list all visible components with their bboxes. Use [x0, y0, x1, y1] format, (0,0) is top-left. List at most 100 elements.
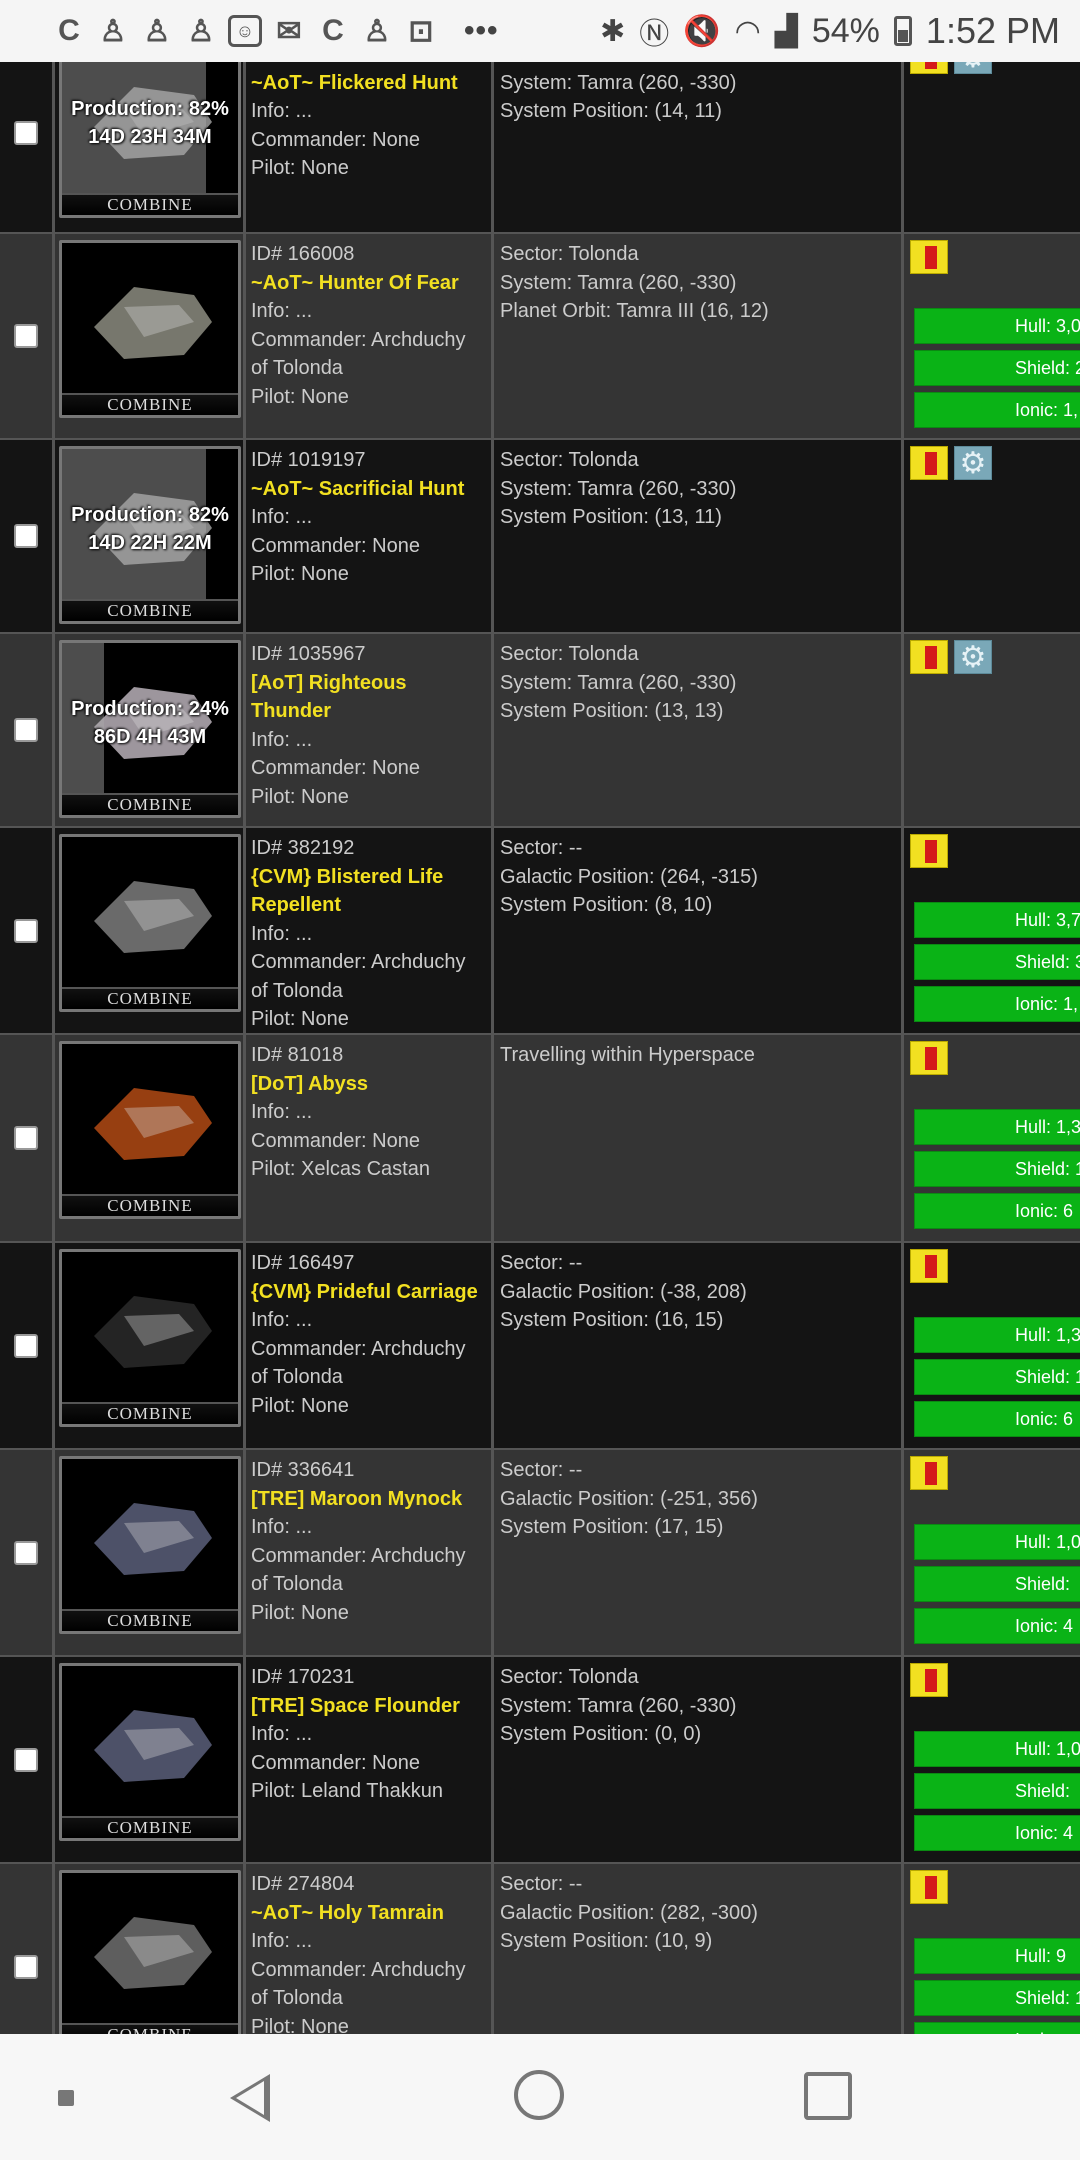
- nfc-icon: Ⓝ: [639, 18, 670, 51]
- stat-bar: Hull: 3,0: [914, 308, 1080, 344]
- location-line: Sector: --: [500, 837, 583, 859]
- production-time: 14D 23H 34M: [88, 126, 212, 148]
- ship-name-link[interactable]: ~AoT~ Hunter Of Fear: [251, 269, 486, 298]
- table-row: Production: 82% 14D 23H 34M COMBINE ID# 101…: [0, 62, 1080, 234]
- nav-menu-button[interactable]: [58, 2090, 74, 2106]
- table-row: COMBINE ID# 336641 [TRE] Maroon Mynock Info…: [0, 1450, 1080, 1657]
- select-checkbox[interactable]: [14, 121, 38, 145]
- ship-commander: Commander: None: [251, 1751, 420, 1774]
- ship-image[interactable]: COMBINE: [59, 1249, 241, 1427]
- location-cell: Sector: -- Galactic Position: (-38, 208) S…: [494, 1243, 904, 1448]
- door-icon[interactable]: [910, 1041, 948, 1075]
- door-icon[interactable]: [910, 1870, 948, 1904]
- ship-id: ID# 81018: [251, 1044, 344, 1066]
- select-cell: [0, 1450, 52, 1655]
- location-line: Planet Orbit: Tamra III (16, 12): [500, 300, 769, 322]
- select-checkbox[interactable]: [14, 918, 38, 943]
- ship-info-cell: ID# 1035967 [AoT] Righteous Thunder Info: …: [246, 634, 494, 826]
- ship-image[interactable]: Production: 24% 86D 4H 43M COMBINE: [59, 640, 241, 818]
- ship-image[interactable]: Production: 82% 14D 22H 22M COMBINE: [59, 446, 241, 624]
- status-cell: Hull: 1,0 Shield: Ionic: 4: [904, 1657, 1080, 1862]
- ship-image[interactable]: COMBINE: [59, 1663, 241, 1841]
- ship-image[interactable]: COMBINE: [59, 834, 241, 1012]
- ship-table: Production: 82% 14D 23H 34M COMBINE ID# 101…: [0, 62, 1080, 2034]
- ship-pilot: Pilot: None: [251, 385, 349, 408]
- location-cell: Sector: Tolonda System: Tamra (260, -330)…: [494, 234, 904, 438]
- ship-name-link[interactable]: {CVM} Blistered Life Repellent: [251, 863, 486, 920]
- stat-bars: Hull: 1,0 Shield: Ionic: 4: [914, 1731, 1080, 1857]
- ship-name-link[interactable]: [DoT] Abyss: [251, 1070, 486, 1099]
- location-line: System: Tamra (260, -330): [500, 477, 737, 500]
- status-cell: ⚙: [904, 634, 1080, 826]
- ship-name-link[interactable]: ~AoT~ Flickered Hunt: [251, 69, 486, 98]
- door-icon[interactable]: [910, 640, 948, 674]
- action-icons: [910, 1663, 1080, 1697]
- production-status: Production: 82% 14D 23H 34M: [62, 95, 238, 151]
- select-checkbox[interactable]: [14, 524, 38, 548]
- select-checkbox[interactable]: [14, 1333, 38, 1358]
- ship-image-cell: Production: 82% 14D 23H 34M COMBINE: [52, 62, 246, 232]
- ship-name-link[interactable]: [AoT] Righteous Thunder: [251, 669, 486, 726]
- select-checkbox[interactable]: [14, 324, 38, 348]
- ship-image[interactable]: COMBINE: [59, 1041, 241, 1219]
- gear-icon[interactable]: ⚙: [954, 62, 992, 74]
- door-icon[interactable]: [910, 834, 948, 868]
- ship-image-cell: COMBINE: [52, 828, 246, 1033]
- ship-name-link[interactable]: [TRE] Maroon Mynock: [251, 1485, 486, 1514]
- ship-image[interactable]: COMBINE: [59, 240, 241, 418]
- playstation-icon: ♙: [143, 14, 171, 48]
- stat-bar: Hull: 1,3: [914, 1317, 1080, 1353]
- ship-id: ID# 1035967: [251, 643, 366, 665]
- table-row: COMBINE ID# 166497 {CVM} Prideful Carriage…: [0, 1243, 1080, 1450]
- home-button[interactable]: [514, 2070, 564, 2120]
- action-icons: [910, 1041, 1080, 1075]
- ship-image[interactable]: Production: 82% 14D 23H 34M COMBINE: [59, 62, 241, 218]
- stat-bar: Ionic: 6: [914, 1401, 1080, 1437]
- stat-bars: Hull: 3,0 Shield: 2 Ionic: 1,: [914, 308, 1080, 434]
- select-cell: [0, 234, 52, 438]
- door-icon[interactable]: [910, 240, 948, 274]
- contacts-icon: ☺: [228, 15, 262, 47]
- ship-pilot: Pilot: None: [251, 1008, 349, 1030]
- ship-image[interactable]: COMBINE: [59, 1870, 241, 2034]
- ship-pilot: Pilot: Xelcas Castan: [251, 1158, 430, 1180]
- door-icon[interactable]: [910, 1249, 948, 1283]
- door-icon[interactable]: [910, 62, 948, 74]
- ship-name-link[interactable]: ~AoT~ Sacrificial Hunt: [251, 475, 486, 504]
- select-checkbox[interactable]: [14, 1540, 38, 1565]
- ship-pilot: Pilot: None: [251, 157, 349, 179]
- select-checkbox[interactable]: [14, 1126, 38, 1150]
- gear-icon[interactable]: ⚙: [954, 640, 992, 674]
- wifi-icon: ◠: [734, 14, 761, 48]
- back-button[interactable]: [230, 2074, 270, 2122]
- ship-id: ID# 166497: [251, 1252, 355, 1274]
- production-percent: Production: 24%: [71, 698, 229, 720]
- stat-bar: Hull: 1,0: [914, 1524, 1080, 1560]
- door-icon[interactable]: [910, 1456, 948, 1490]
- ship-image-cell: COMBINE: [52, 234, 246, 438]
- ship-info: Info: ...: [251, 100, 313, 122]
- navigation-bar: [0, 2034, 1080, 2160]
- status-cell: Hull: 1,0 Shield: Ionic: 4: [904, 1450, 1080, 1655]
- door-icon[interactable]: [910, 1663, 948, 1697]
- ship-info: Info: ...: [251, 1930, 313, 1952]
- gear-icon[interactable]: ⚙: [954, 446, 992, 480]
- location-line: Galactic Position: (-38, 208): [500, 1280, 747, 1303]
- ship-name-link[interactable]: [TRE] Space Flounder: [251, 1692, 486, 1721]
- ship-name-link[interactable]: ~AoT~ Holy Tamrain: [251, 1899, 486, 1928]
- ship-pilot: Pilot: None: [251, 1601, 349, 1624]
- ship-commander: Commander: Archduchy of Tolonda: [251, 1958, 466, 2010]
- select-cell: [0, 634, 52, 826]
- select-checkbox[interactable]: [14, 1955, 38, 1979]
- more-notifications-icon: •••: [464, 14, 499, 47]
- stat-bar: Shield:: [914, 1773, 1080, 1809]
- door-icon[interactable]: [910, 446, 948, 480]
- combine-logo: COMBINE: [62, 2023, 238, 2034]
- select-checkbox[interactable]: [14, 718, 38, 742]
- ship-image[interactable]: COMBINE: [59, 1456, 241, 1634]
- status-cell: ⚙: [904, 440, 1080, 632]
- recent-apps-button[interactable]: [804, 2072, 852, 2120]
- ship-name-link[interactable]: {CVM} Prideful Carriage: [251, 1278, 486, 1307]
- status-cell: Hull: 9 Shield: 1 Ionic:: [904, 1864, 1080, 2034]
- select-checkbox[interactable]: [14, 1747, 38, 1772]
